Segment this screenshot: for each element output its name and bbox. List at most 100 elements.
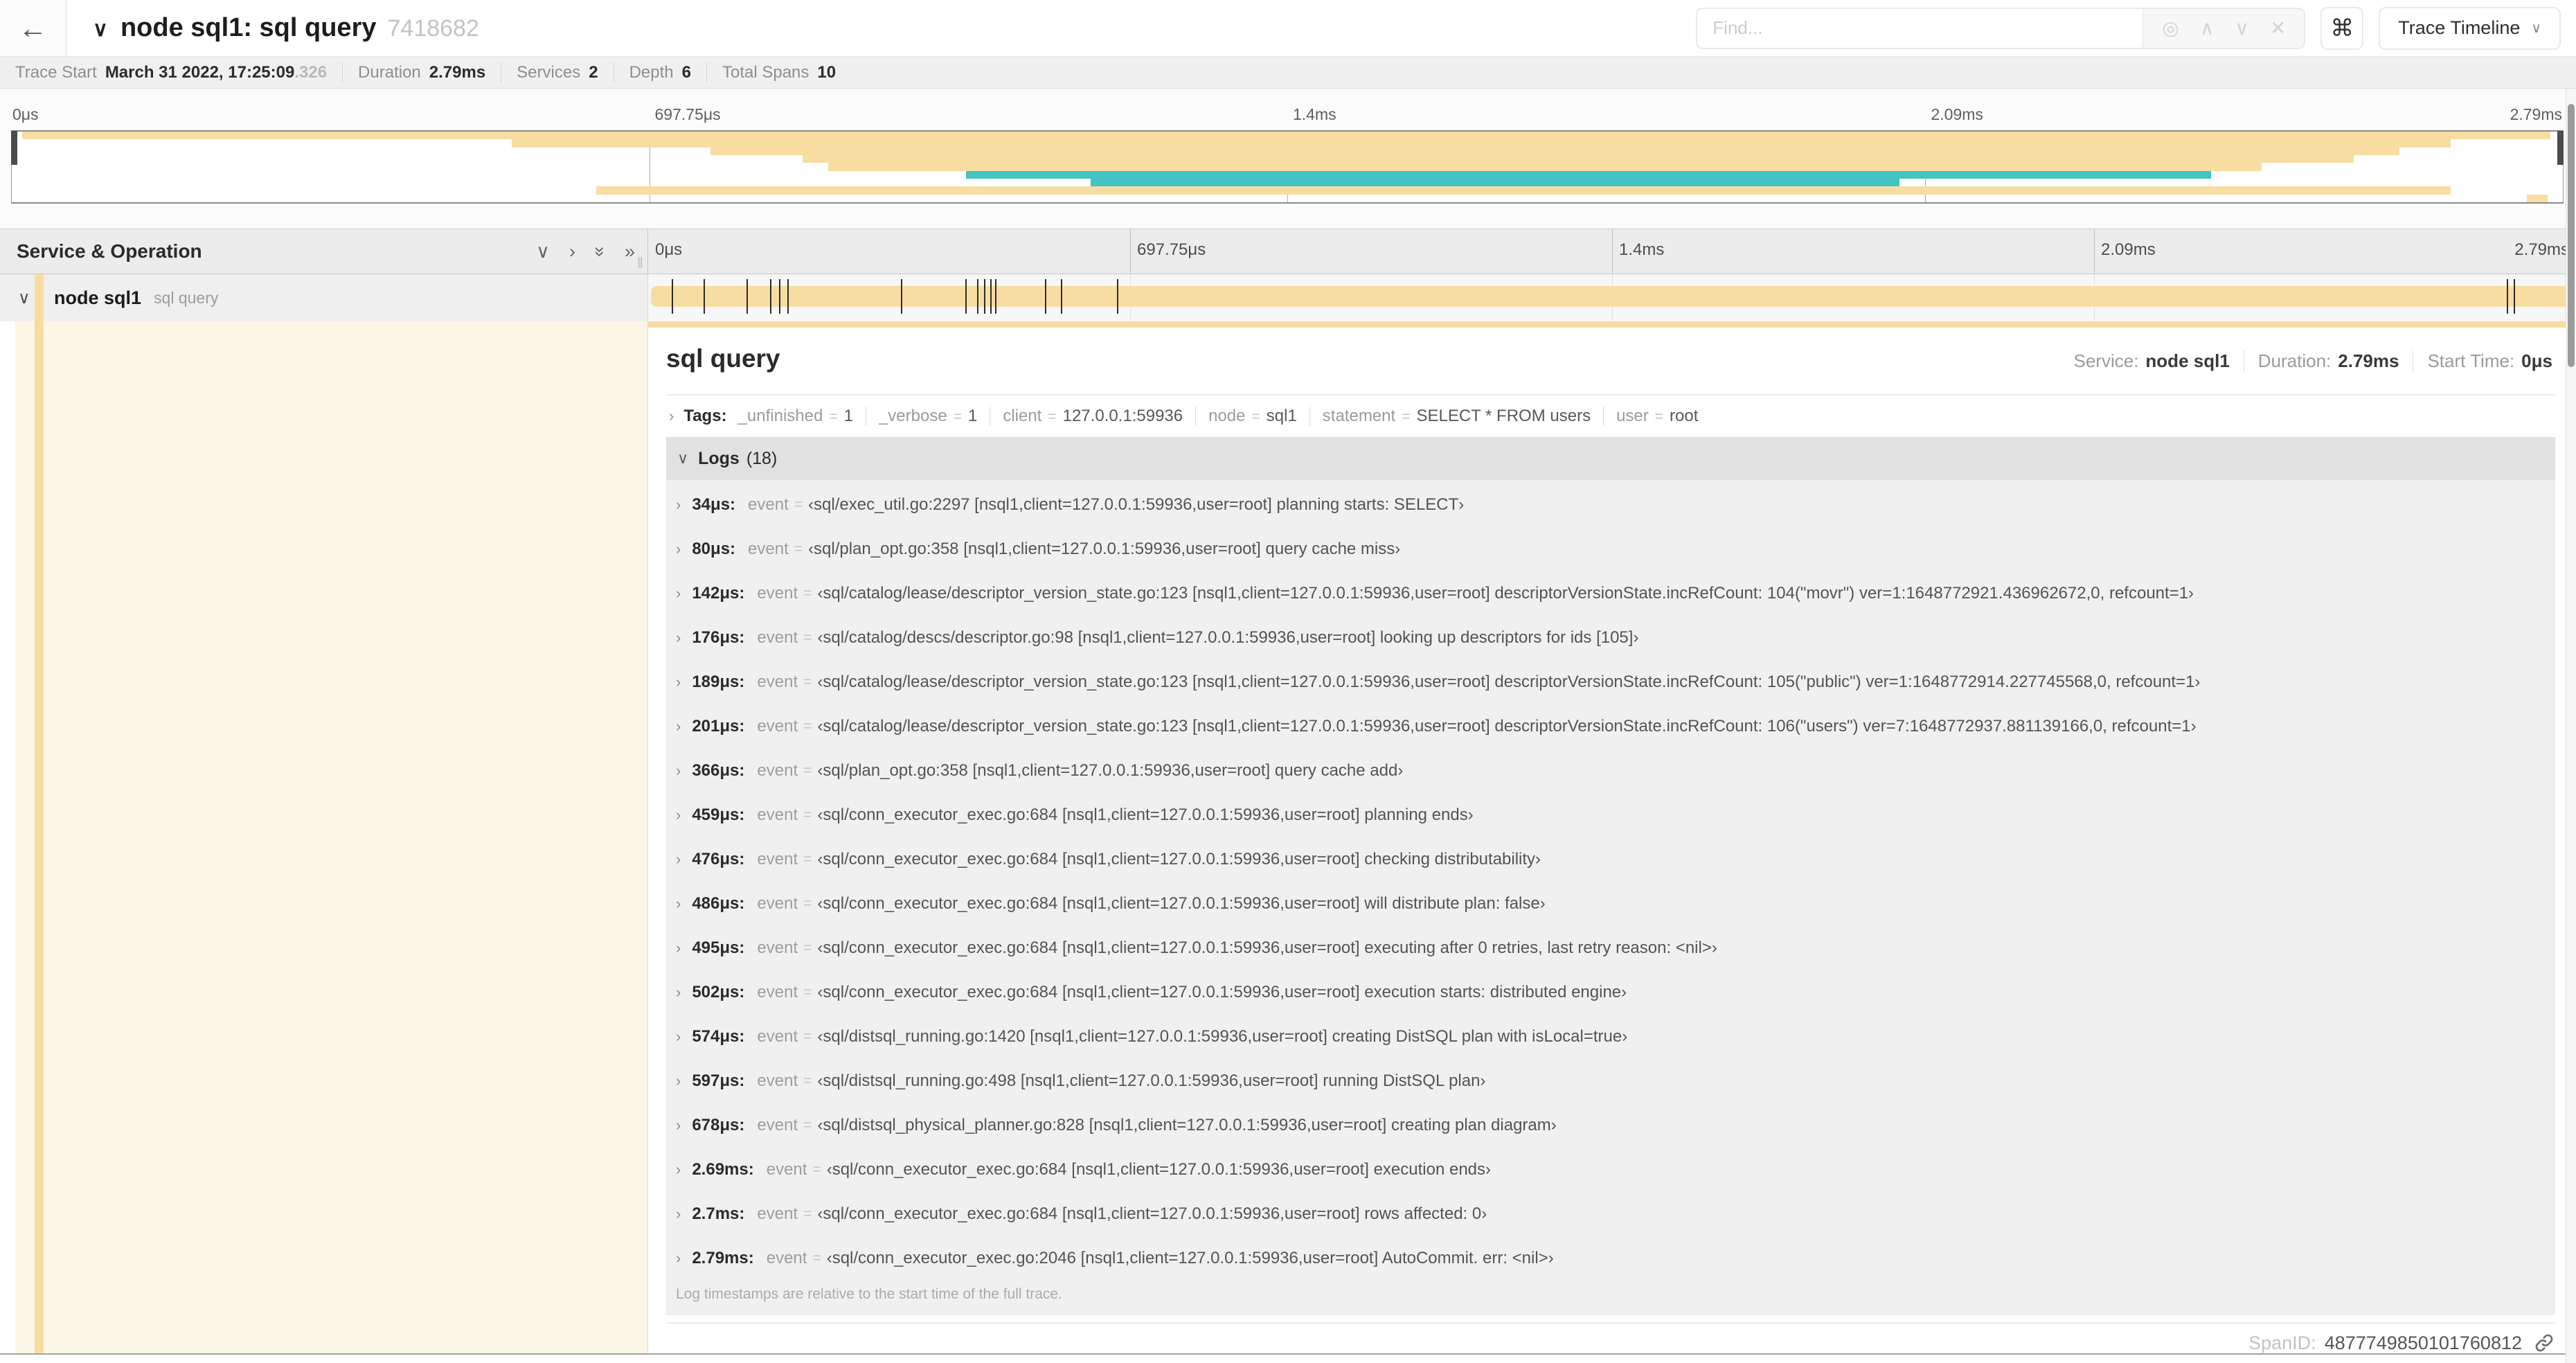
tags-row[interactable]: › Tags: _unfinished = 1 _verbose = 1 client = 12… — [666, 395, 2555, 437]
span-duration-bar[interactable] — [651, 286, 2573, 307]
minimap-right-handle[interactable] — [2557, 131, 2564, 165]
collapse-one-icon[interactable]: ∨ — [536, 241, 550, 262]
log-timestamp: 2.69ms: — [692, 1160, 754, 1179]
log-row[interactable]: › 486μs: event = ‹sql/conn_executor_exec.go:… — [666, 882, 2555, 926]
log-timestamp: 2.7ms: — [692, 1204, 745, 1223]
log-row[interactable]: › 176μs: event = ‹sql/catalog/descs/descript… — [666, 616, 2555, 660]
tag-key: client — [1003, 407, 1042, 425]
log-field-name: event — [757, 584, 798, 603]
log-value: ‹sql/distsql_physical_planner.go:828 [ns… — [817, 1116, 1557, 1134]
overview-label: Start Time: — [2427, 350, 2515, 371]
log-row[interactable]: › 678μs: event = ‹sql/distsql_physical_plann… — [666, 1103, 2555, 1148]
log-row[interactable]: › 189μs: event = ‹sql/catalog/lease/descript… — [666, 660, 2555, 704]
equals-sign: = — [1402, 409, 1411, 425]
overview-value: node sql1 — [2145, 350, 2230, 371]
log-marker — [965, 279, 967, 314]
log-row[interactable]: › 597μs: event = ‹sql/distsql_running.go:498… — [666, 1059, 2555, 1103]
log-field-name: event — [757, 850, 798, 868]
expand-all-icon[interactable]: » — [625, 241, 635, 262]
log-row[interactable]: › 34μs: event = ‹sql/exec_util.go:2297 [nsql… — [666, 483, 2555, 527]
chevron-right-icon: › — [676, 629, 681, 646]
link-icon[interactable] — [2533, 1332, 2555, 1354]
equals-sign: = — [803, 1028, 812, 1044]
summary-value: 10 — [817, 62, 837, 82]
service-operation-header: Service & Operation ∨ › » » ‖ — [0, 229, 648, 274]
summary-value: 2.79ms — [429, 62, 486, 82]
collapse-trace-icon[interactable]: ∨ — [93, 17, 108, 42]
trace-title-wrap: ∨ node sql1: sql query 7418682 — [93, 13, 479, 43]
minimap-tick-label: 1.4ms — [1293, 105, 1336, 123]
equals-sign: = — [794, 541, 803, 557]
log-row[interactable]: › 2.69ms: event = ‹sql/conn_executor_exec.go… — [666, 1148, 2555, 1192]
match-highlight-icon[interactable]: ◎ — [2162, 17, 2179, 39]
minimap-left-handle[interactable] — [11, 131, 17, 165]
tag-item: node = sql1 — [1195, 407, 1309, 426]
log-marker — [976, 279, 978, 314]
log-row[interactable]: › 495μs: event = ‹sql/conn_executor_exec.go:… — [666, 926, 2555, 970]
log-marker — [769, 279, 771, 314]
chevron-right-icon: › — [676, 939, 681, 956]
log-row[interactable]: › 459μs: event = ‹sql/conn_executor_exec.go:… — [666, 793, 2555, 837]
column-resizer-grip[interactable]: ‖ — [637, 254, 643, 272]
minimap-span-bar — [965, 170, 2211, 179]
equals-sign: = — [803, 896, 812, 911]
logs-rows: › 34μs: event = ‹sql/exec_util.go:2297 [nsql… — [666, 480, 2555, 1281]
back-button[interactable]: ← — [0, 0, 66, 56]
log-field-name: event — [757, 805, 798, 824]
tag-item: statement = SELECT * FROM users — [1309, 407, 1603, 426]
vertical-scrollbar[interactable] — [2566, 89, 2576, 1363]
detail-left-column — [0, 321, 648, 1353]
chevron-right-icon: › — [669, 407, 674, 425]
log-value: ‹sql/distsql_running.go:498 [nsql1,clien… — [817, 1071, 1486, 1090]
view-selector-button[interactable]: Trace Timeline ∨ — [2379, 6, 2561, 50]
log-timestamp: 366μs: — [692, 761, 745, 780]
span-bar-column[interactable] — [648, 274, 2576, 321]
find-input[interactable] — [1697, 8, 2143, 48]
equals-sign: = — [803, 807, 812, 823]
span-collapse-icon[interactable]: ∨ — [18, 288, 30, 308]
overview-item: Duration: 2.79ms — [2244, 350, 2414, 372]
collapse-all-icon[interactable]: » — [589, 246, 611, 256]
chevron-right-icon: › — [676, 895, 681, 912]
logs-count: (18) — [746, 448, 778, 468]
overview-value: 0μs — [2521, 350, 2552, 371]
log-row[interactable]: › 366μs: event = ‹sql/plan_opt.go:358 [nsql1… — [666, 749, 2555, 793]
equals-sign: = — [794, 497, 803, 513]
span-row[interactable]: ∨ node sql1 sql query — [0, 274, 2576, 321]
log-row[interactable]: › 80μs: event = ‹sql/plan_opt.go:358 [nsql1,… — [666, 527, 2555, 571]
log-row[interactable]: › 574μs: event = ‹sql/distsql_running.go:142… — [666, 1015, 2555, 1059]
log-value: ‹sql/conn_executor_exec.go:684 [nsql1,cl… — [817, 805, 1474, 824]
tag-key: statement — [1322, 407, 1396, 425]
minimap-canvas[interactable] — [11, 130, 2564, 204]
minimap-span-bar — [710, 147, 2400, 155]
scrollbar-thumb[interactable] — [2568, 104, 2575, 367]
ruler-gridline — [1612, 229, 1613, 274]
clear-find-icon[interactable]: ✕ — [2270, 17, 2286, 39]
detail-row-tint — [15, 321, 647, 1353]
logs-header[interactable]: ∨ Logs (18) — [666, 437, 2555, 480]
log-row[interactable]: › 142μs: event = ‹sql/catalog/lease/descript… — [666, 571, 2555, 616]
equals-sign: = — [803, 940, 812, 956]
log-row[interactable]: › 502μs: event = ‹sql/conn_executor_exec.go:… — [666, 970, 2555, 1015]
log-marker — [787, 279, 789, 314]
minimap-span-bar — [512, 139, 2451, 148]
log-row[interactable]: › 201μs: event = ‹sql/catalog/lease/descript… — [666, 704, 2555, 749]
log-row[interactable]: › 2.79ms: event = ‹sql/conn_executor_exec.go… — [666, 1236, 2555, 1281]
keyboard-shortcuts-button[interactable]: ⌘ — [2320, 6, 2364, 50]
log-value: ‹sql/conn_executor_exec.go:684 [nsql1,cl… — [817, 850, 1541, 868]
prev-match-icon[interactable]: ∧ — [2200, 17, 2215, 39]
next-match-icon[interactable]: ∨ — [2235, 17, 2249, 39]
overview-value: 2.79ms — [2338, 350, 2399, 371]
equals-sign: = — [803, 1117, 812, 1133]
log-timestamp: 201μs: — [692, 717, 745, 736]
span-name-column[interactable]: ∨ node sql1 sql query — [0, 274, 648, 321]
overview-label: Service: — [2073, 350, 2139, 371]
back-arrow-icon: ← — [18, 11, 48, 44]
detail-content: sql query Service: node sql1 Duration: 2.79… — [648, 344, 2576, 1354]
span-overview: Service: node sql1 Duration: 2.79ms Start Ti… — [2060, 350, 2556, 372]
expand-one-icon[interactable]: › — [569, 241, 575, 262]
log-row[interactable]: › 476μs: event = ‹sql/conn_executor_exec.go:… — [666, 837, 2555, 882]
log-field-name: event — [748, 540, 789, 558]
log-timestamp: 2.79ms: — [692, 1249, 754, 1267]
log-row[interactable]: › 2.7ms: event = ‹sql/conn_executor_exec.go:… — [666, 1192, 2555, 1236]
